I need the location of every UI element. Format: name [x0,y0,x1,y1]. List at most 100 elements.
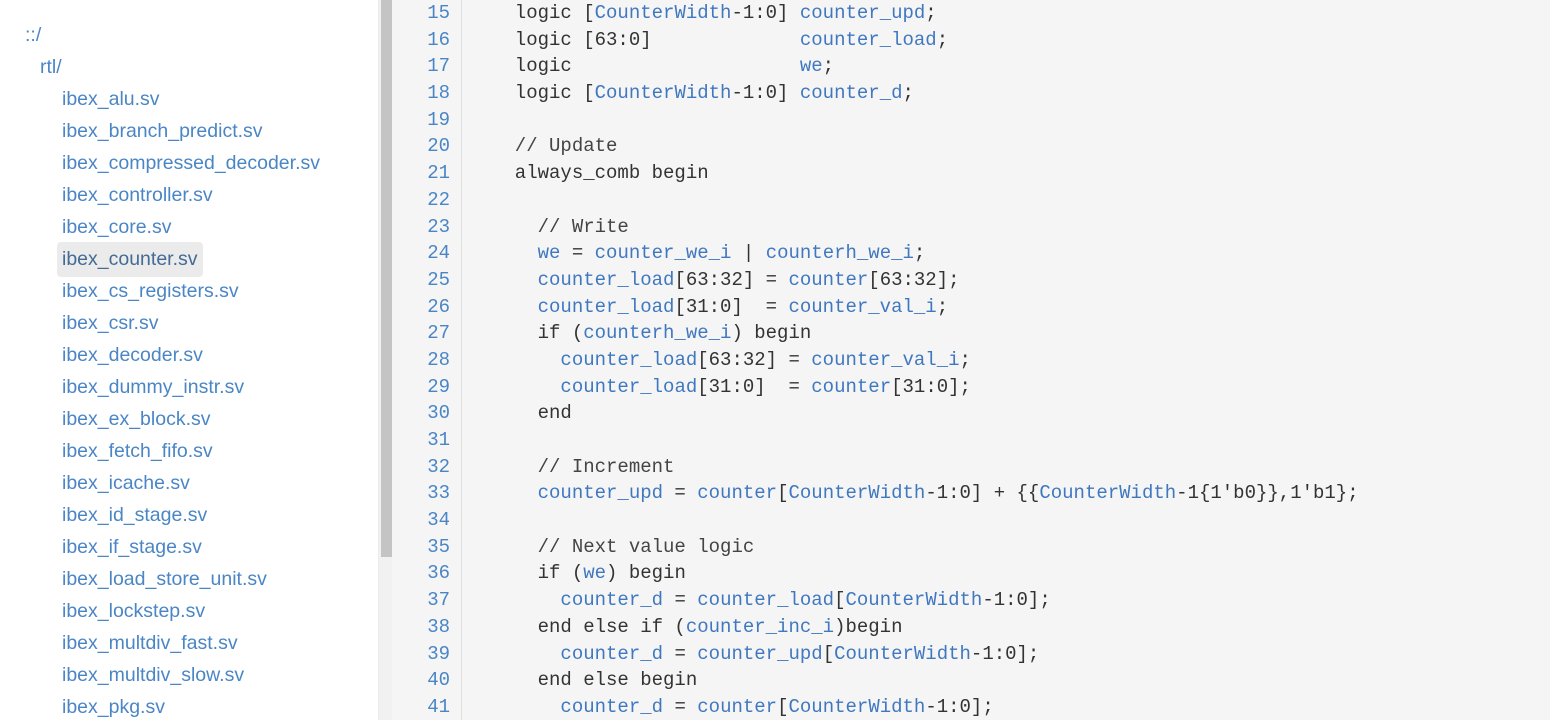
line-number: 38 [427,615,450,638]
code-line: logic we; [492,53,1550,80]
code-token: CounterWidth [845,589,983,612]
code-token: if ( [492,562,584,585]
file-tree-item[interactable]: ibex_load_store_unit.sv [0,562,378,594]
file-tree-item[interactable]: ibex_compressed_decoder.sv [0,146,378,178]
file-tree-item[interactable]: ibex_controller.sv [0,178,378,210]
code-token: logic [ [492,82,595,105]
file-tree-item[interactable]: ibex_fetch_fifo.sv [0,434,378,466]
line-number: 36 [427,562,450,585]
line-number: 22 [427,188,450,211]
code-token: counter_load [537,268,675,291]
file-tree-item[interactable]: rtl/ [0,50,378,82]
code-token: [ [777,695,789,718]
file-tree-item[interactable]: ibex_counter.sv [0,242,378,277]
code-token: )begin [834,615,903,638]
code-token: counter [788,268,869,291]
code-token: ; [902,82,914,105]
line-number-gutter: 15 16 17 18 19 20 21 22 23 24 25 26 27 28 29 30 31 32 33 34… [392,0,462,720]
file-tree-item[interactable]: ibex_dummy_instr.sv [0,370,378,402]
code-token: // Increment [492,455,675,478]
code-token: [ [822,642,835,665]
file-tree-item[interactable]: ibex_branch_predict.sv [0,114,378,146]
file-tree-item[interactable]: ibex_lockstep.sv [0,594,378,626]
code-token: counter_d [799,82,903,105]
code-viewer: 15 16 17 18 19 20 21 22 23 24 25 26 27 28 29 30 31 32 33 34… [392,0,1550,720]
code-line: // Increment [492,454,1550,481]
code-line: logic [CounterWidth-1:0] counter_upd; [492,0,1550,27]
code-token: // Next value logic [492,535,755,558]
code-token: [63:32] = [674,268,789,291]
sidebar-scrollbar-track[interactable] [378,0,393,720]
code-line: // Update [492,133,1550,160]
code-token: -1:0] [731,82,800,105]
sidebar-scrollbar-thumb[interactable] [381,0,392,557]
code-content[interactable]: logic [CounterWidth-1:0] counter_upd; lo… [462,0,1550,720]
file-tree-item[interactable]: ibex_core.sv [0,210,378,242]
file-tree-item[interactable]: ibex_if_stage.sv [0,530,378,562]
code-token: counter [697,482,778,505]
file-tree-item-label: ibex_lockstep.sv [62,600,206,622]
file-tree-item[interactable]: ibex_csr.sv [0,306,378,338]
line-number: 17 [427,55,450,78]
code-token: CounterWidth [594,82,732,105]
line-number: 21 [427,162,450,185]
code-token: -1:0] + {{ [925,482,1040,505]
line-number: 37 [427,589,450,612]
code-line: logic [63:0] counter_load; [492,27,1550,54]
line-number: 35 [427,535,450,558]
code-token: [ [777,482,789,505]
code-token: logic [ [492,2,595,24]
file-tree: ::/rtl/ibex_alu.svibex_branch_predict.sv… [0,0,378,720]
code-token: CounterWidth [788,482,926,505]
code-token: we [799,55,823,78]
file-tree-item-label: ibex_alu.sv [62,88,160,110]
code-token: end [492,402,572,425]
file-tree-item[interactable]: ibex_icache.sv [0,466,378,498]
line-number: 27 [427,322,450,345]
line-number: 40 [427,669,450,692]
code-token: ; [936,295,949,318]
file-tree-item[interactable]: ibex_multdiv_fast.sv [0,626,378,658]
file-tree-item-label: ibex_fetch_fifo.sv [62,440,213,462]
file-tree-item[interactable]: ibex_id_stage.sv [0,498,378,530]
file-tree-item[interactable]: ibex_decoder.sv [0,338,378,370]
code-line: if (counterh_we_i) begin [492,320,1550,347]
file-tree-item[interactable]: ibex_ex_block.sv [0,402,378,434]
file-tree-item[interactable]: ibex_multdiv_slow.sv [0,658,378,690]
file-tree-item-label: ::/ [25,24,42,46]
line-number: 29 [427,375,450,398]
file-tree-item[interactable]: ibex_cs_registers.sv [0,274,378,306]
code-token: [63:32] = [697,348,812,371]
line-number: 33 [427,482,450,505]
code-line: logic [CounterWidth-1:0] counter_d; [492,80,1550,107]
code-token: counter_load [697,589,835,612]
code-token: -1:0] [731,2,800,24]
code-token: [63:32]; [868,268,960,291]
code-token: counter_d [560,695,664,718]
file-tree-sidebar: ::/rtl/ibex_alu.svibex_branch_predict.sv… [0,0,378,720]
code-token: ) begin [606,562,686,585]
file-tree-item[interactable]: ::/ [0,18,378,50]
code-token: end else begin [492,669,698,692]
code-token: ; [936,28,949,51]
code-line: counter_d = counter[CounterWidth-1:0]; [492,694,1550,720]
file-tree-item-label: ibex_id_stage.sv [62,504,208,526]
code-token: counter_d [560,589,664,612]
line-number: 25 [427,268,450,291]
file-tree-item[interactable]: ibex_pkg.sv [0,690,378,720]
code-token: counter [697,695,778,718]
file-tree-item[interactable]: ibex_alu.sv [0,82,378,114]
code-token: counter_val_i [788,295,937,318]
code-token: counter_load [560,348,698,371]
file-tree-item-label: ibex_load_store_unit.sv [62,568,267,590]
code-line: // Next value logic [492,534,1550,561]
line-number: 23 [427,215,450,238]
file-tree-item-label: rtl/ [40,56,62,78]
code-token: counter_upd [537,482,664,505]
